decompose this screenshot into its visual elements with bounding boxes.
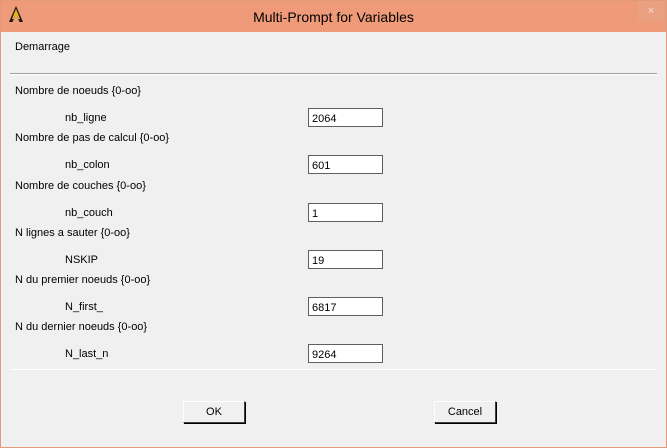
- var-label-n-first: N_first_: [65, 301, 103, 313]
- group-label-nb-ligne: Nombre de noeuds {0-oo}: [15, 85, 141, 97]
- multi-prompt-dialog: Multi-Prompt for Variables × Demarrage N…: [0, 0, 667, 448]
- var-label-nb-couch: nb_couch: [65, 207, 113, 219]
- fields-panel: Nombre de noeuds {0-oo} nb_ligne Nombre …: [10, 74, 657, 370]
- cancel-button[interactable]: Cancel: [434, 401, 496, 423]
- window-title: Multi-Prompt for Variables: [253, 9, 414, 25]
- n-last-input[interactable]: [308, 344, 383, 363]
- group-label-n-last: N du dernier noeuds {0-oo}: [15, 321, 148, 333]
- var-label-nb-colon: nb_colon: [65, 159, 110, 171]
- group-label-nskip: N lignes a sauter {0-oo}: [15, 227, 130, 239]
- nb-couch-input[interactable]: [308, 203, 383, 222]
- group-label-nb-couch: Nombre de couches {0-oo}: [15, 180, 146, 192]
- ok-button[interactable]: OK: [183, 401, 245, 423]
- header-panel: Demarrage: [10, 32, 657, 74]
- var-label-n-last: N_last_n: [65, 348, 109, 360]
- nb-ligne-input[interactable]: [308, 108, 383, 127]
- button-panel: OK Cancel: [10, 369, 657, 440]
- nb-colon-input[interactable]: [308, 155, 383, 174]
- nskip-input[interactable]: [308, 250, 383, 269]
- n-first-input[interactable]: [308, 297, 383, 316]
- var-label-nb-ligne: nb_ligne: [65, 112, 107, 124]
- header-label: Demarrage: [15, 41, 71, 53]
- var-label-nskip: NSKIP: [65, 254, 99, 266]
- group-label-nb-colon: Nombre de pas de calcul {0-oo}: [15, 132, 170, 144]
- title-bar[interactable]: Multi-Prompt for Variables ×: [1, 1, 666, 32]
- group-label-n-first: N du premier noeuds {0-oo}: [15, 274, 151, 286]
- close-button[interactable]: ×: [638, 1, 664, 21]
